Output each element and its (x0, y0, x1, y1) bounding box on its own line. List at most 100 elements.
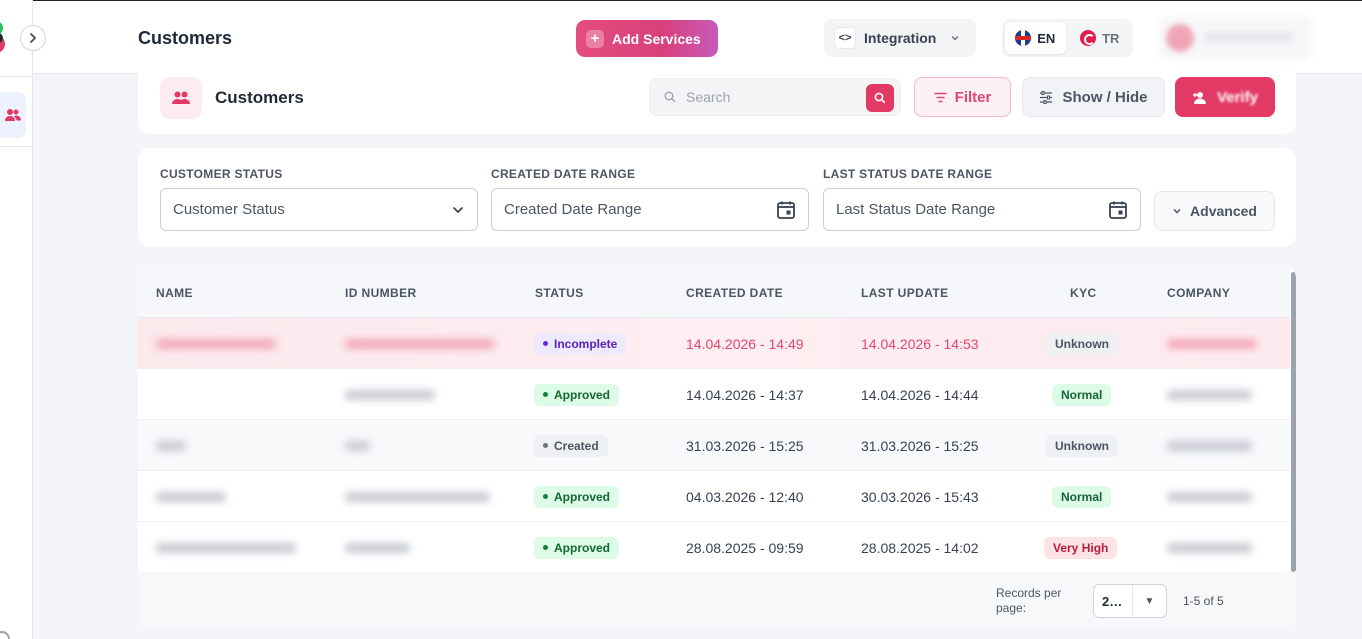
id-number-redacted (345, 389, 435, 400)
filter-button[interactable]: Filter (914, 77, 1011, 117)
search-icon (664, 91, 676, 103)
last-update: 28.08.2025 - 14:02 (861, 539, 979, 556)
verify-label: Verify (1217, 88, 1258, 106)
table-row[interactable]: Approved 04.03.2026 - 12:40 30.03.2026 -… (138, 471, 1290, 522)
status-text: Incomplete (554, 336, 618, 351)
code-icon: <> (834, 27, 856, 49)
users-icon (5, 109, 21, 121)
app-logo (0, 22, 5, 53)
language-code: TR (1102, 30, 1120, 46)
kyc-badge: Normal (1052, 485, 1112, 508)
sidebar-item-customers[interactable] (0, 92, 26, 138)
help-icon[interactable] (0, 631, 10, 639)
show-hide-label: Show / Hide (1062, 88, 1148, 106)
advanced-filters-button[interactable]: Advanced (1154, 191, 1275, 231)
show-hide-columns-button[interactable]: Show / Hide (1022, 77, 1165, 117)
column-header-id-number[interactable]: ID NUMBER (345, 286, 417, 300)
records-per-page-select[interactable]: 2… ▼ (1093, 584, 1167, 618)
customers-table: NAME ID NUMBER STATUS CREATED DATE LAST … (138, 266, 1296, 630)
column-header-company[interactable]: COMPANY (1167, 286, 1230, 300)
status-badge: Incomplete (534, 332, 627, 355)
id-number-redacted (345, 491, 490, 502)
add-services-button[interactable]: + Add Services (576, 20, 718, 57)
sidebar-divider (0, 76, 32, 77)
created-date-range-field[interactable]: Created Date Range (491, 188, 809, 231)
status-text: Approved (554, 489, 611, 504)
user-profile-menu[interactable] (1158, 16, 1313, 60)
last-update: 14.04.2026 - 14:44 (861, 386, 979, 403)
table-row[interactable]: Approved 28.08.2025 - 09:59 28.08.2025 -… (138, 522, 1290, 573)
page-title: Customers (138, 28, 233, 48)
customer-status-select[interactable]: Customer Status (160, 188, 478, 231)
column-header-name[interactable]: NAME (156, 286, 193, 300)
last-update: 14.04.2026 - 14:53 (861, 335, 979, 352)
company-redacted (1167, 542, 1252, 553)
status-text: Approved (554, 387, 611, 402)
last-status-date-range-label: LAST STATUS DATE RANGE (823, 167, 993, 181)
id-number-redacted (345, 338, 495, 349)
created-date: 28.08.2025 - 09:59 (686, 539, 804, 556)
table-header: NAME ID NUMBER STATUS CREATED DATE LAST … (138, 266, 1290, 318)
id-number-redacted (345, 440, 370, 451)
status-badge: Created (534, 434, 608, 457)
company-redacted (1167, 338, 1257, 349)
table-row[interactable]: Approved 14.04.2026 - 14:37 14.04.2026 -… (138, 369, 1290, 420)
customer-name-redacted (156, 542, 296, 553)
column-header-created-date[interactable]: CREATED DATE (686, 286, 783, 300)
last-update: 31.03.2026 - 15:25 (861, 437, 979, 454)
id-number-redacted (345, 542, 410, 553)
created-date: 14.04.2026 - 14:49 (686, 335, 804, 352)
calendar-icon[interactable] (776, 200, 796, 220)
column-header-status[interactable]: STATUS (535, 286, 584, 300)
last-status-date-range-placeholder: Last Status Date Range (836, 201, 996, 218)
table-footer: Records per page: 2… ▼ 1-5 of 5 (138, 572, 1296, 630)
company-redacted (1167, 440, 1252, 451)
created-date: 31.03.2026 - 15:25 (686, 437, 804, 454)
sidebar-divider (0, 146, 32, 147)
language-code: EN (1037, 30, 1056, 46)
chevron-down-icon (1173, 208, 1181, 214)
table-row[interactable]: Created 31.03.2026 - 15:25 31.03.2026 - … (138, 420, 1290, 471)
last-status-date-range-field[interactable]: Last Status Date Range (823, 188, 1141, 231)
column-header-kyc[interactable]: KYC (1070, 286, 1097, 300)
customers-icon-box (160, 77, 202, 119)
created-date-range-label: CREATED DATE RANGE (491, 167, 636, 181)
language-tr-button[interactable]: TR (1070, 22, 1131, 54)
section-title: Customers (215, 88, 304, 107)
caret-down-icon: ▼ (1132, 585, 1166, 617)
last-update: 30.03.2026 - 15:43 (861, 488, 979, 505)
integration-dropdown[interactable]: <> Integration (824, 19, 976, 57)
created-date: 04.03.2026 - 12:40 (686, 488, 804, 505)
search-icon (874, 92, 886, 104)
column-header-last-update[interactable]: LAST UPDATE (861, 286, 949, 300)
company-redacted (1167, 389, 1252, 400)
language-en-button[interactable]: EN (1005, 22, 1066, 54)
filter-icon (933, 92, 947, 102)
filter-panel: CUSTOMER STATUS Customer Status CREATED … (138, 148, 1296, 247)
advanced-label: Advanced (1190, 203, 1257, 219)
add-services-label: Add Services (612, 30, 701, 47)
chevron-down-icon (453, 206, 463, 213)
calendar-icon[interactable] (1108, 200, 1128, 220)
kyc-badge: Normal (1052, 383, 1112, 406)
search-input[interactable] (686, 89, 856, 105)
kyc-badge: Unknown (1046, 332, 1118, 355)
add-user-icon (1193, 91, 1207, 104)
verify-button[interactable]: Verify (1175, 77, 1275, 117)
created-date-range-placeholder: Created Date Range (504, 201, 642, 218)
pagination-range: 1-5 of 5 (1183, 594, 1224, 608)
turkey-flag-icon (1080, 30, 1097, 46)
status-badge: Approved (534, 536, 620, 559)
sidebar-toggle-button[interactable] (20, 25, 46, 51)
customer-status-placeholder: Customer Status (173, 201, 285, 218)
search-button[interactable] (866, 84, 894, 112)
status-badge: Approved (534, 383, 620, 406)
uk-flag-icon (1015, 30, 1032, 46)
chevron-right-icon (30, 33, 36, 43)
kyc-badge: Unknown (1046, 434, 1118, 457)
table-scrollbar[interactable] (1291, 272, 1296, 572)
customers-toolbar: Customers Filter Show / Hide (138, 68, 1296, 134)
customer-name-redacted (156, 491, 226, 502)
top-header: Customers + Add Services <> Integration … (33, 0, 1362, 74)
table-row[interactable]: Incomplete 14.04.2026 - 14:49 14.04.2026… (138, 318, 1290, 369)
